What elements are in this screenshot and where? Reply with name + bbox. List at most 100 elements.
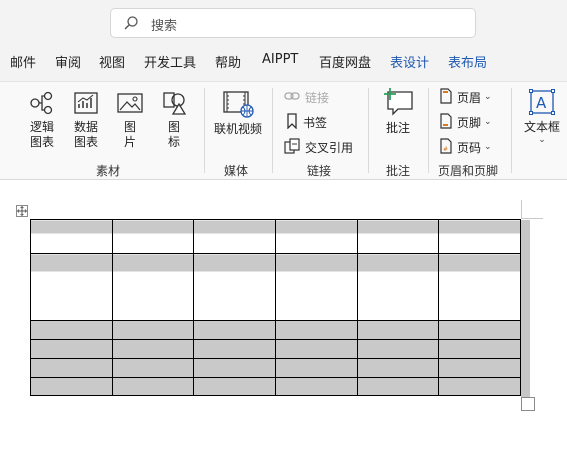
table-cell[interactable]	[30, 339, 113, 359]
table-cell[interactable]	[438, 339, 521, 359]
chevron-down-icon: ⌄	[484, 142, 492, 152]
table-cell[interactable]	[274, 253, 358, 321]
search-placeholder: 搜索	[151, 19, 178, 34]
online-video-button[interactable]: 联机视频	[210, 90, 266, 137]
data-chart-label: 数据 图表	[73, 120, 98, 149]
table-cell[interactable]	[438, 320, 521, 340]
table-cell[interactable]	[274, 377, 358, 396]
tab-view[interactable]: 视图	[99, 52, 125, 71]
text-box-button[interactable]: A 文本框 ⌄	[520, 88, 564, 145]
tab-baidu-netdisk[interactable]: 百度网盘	[319, 52, 371, 71]
table-cell[interactable]	[193, 358, 276, 378]
table-row	[30, 377, 521, 396]
table-cell[interactable]	[356, 358, 440, 378]
page-number-icon: #	[440, 137, 457, 157]
table-cell[interactable]	[111, 219, 195, 254]
table-cell[interactable]	[438, 253, 521, 321]
footer-label: 页脚	[457, 115, 482, 130]
table-cell[interactable]	[356, 219, 440, 254]
group-separator	[272, 88, 273, 173]
page-number-button[interactable]: # 页码 ⌄	[440, 137, 492, 157]
table-cell[interactable]	[193, 253, 276, 321]
shapes-icon	[161, 92, 187, 120]
table-cell[interactable]	[274, 358, 358, 378]
header-button[interactable]: 页眉 ⌄	[440, 87, 492, 107]
tab-mail[interactable]: 邮件	[10, 52, 36, 71]
table-cell[interactable]	[111, 377, 195, 396]
picture-label: 图 片	[123, 120, 136, 149]
search-icon	[123, 15, 139, 35]
chevron-down-icon: ⌄	[538, 135, 546, 145]
chevron-down-icon: ⌄	[484, 117, 492, 127]
new-comment-icon	[382, 88, 414, 121]
table-cell[interactable]	[193, 339, 276, 359]
ribbon-panel: 逻辑 图表 数据 图表 图 片 图 标 素材 联机视频 媒体 链接 书签 交叉引…	[0, 81, 567, 180]
group-separator	[204, 88, 205, 173]
search-box[interactable]: 搜索	[110, 8, 476, 38]
svg-text:#: #	[443, 146, 448, 153]
link-icon	[284, 90, 305, 105]
bookmark-icon	[286, 112, 303, 132]
page-corner-mark	[521, 218, 543, 219]
tab-table-layout[interactable]: 表布局	[448, 52, 487, 71]
group-label-links: 链接	[307, 164, 332, 178]
cross-reference-label: 交叉引用	[305, 140, 354, 155]
footer-button[interactable]: 页脚 ⌄	[440, 112, 492, 132]
page-number-label: 页码	[457, 140, 482, 155]
table-cell[interactable]	[356, 377, 440, 396]
bookmark-label: 书签	[303, 115, 328, 130]
table-cell[interactable]	[30, 320, 113, 340]
table-cell[interactable]	[274, 339, 358, 359]
tab-review[interactable]: 审阅	[55, 52, 81, 71]
table-cell[interactable]	[438, 358, 521, 378]
table-row	[30, 253, 521, 321]
picture-icon	[117, 93, 143, 120]
table-row	[30, 219, 521, 254]
table-cell[interactable]	[438, 219, 521, 254]
table-cell[interactable]	[111, 320, 195, 340]
link-button[interactable]: 链接	[284, 87, 329, 107]
table-cell[interactable]	[193, 377, 276, 396]
icon-button[interactable]: 图 标	[158, 90, 190, 150]
end-of-row-marker	[521, 220, 530, 397]
text-box-icon: A	[528, 89, 556, 120]
table-cell[interactable]	[193, 320, 276, 340]
table-cell[interactable]	[356, 253, 440, 321]
document-table[interactable]	[30, 219, 521, 396]
logic-chart-label: 逻辑 图表	[29, 120, 54, 149]
table-cell[interactable]	[111, 253, 195, 321]
comment-button[interactable]: 批注	[378, 87, 418, 136]
page-corner-mark	[521, 200, 522, 218]
group-separator	[511, 88, 512, 173]
table-move-handle-icon[interactable]	[16, 205, 28, 217]
table-cell[interactable]	[30, 253, 113, 321]
table-cell[interactable]	[356, 339, 440, 359]
footer-icon	[440, 112, 457, 132]
bookmark-button[interactable]: 书签	[286, 112, 327, 132]
tab-table-design[interactable]: 表设计	[390, 52, 429, 71]
table-cell[interactable]	[30, 358, 113, 378]
tab-developer[interactable]: 开发工具	[144, 52, 196, 71]
data-chart-button[interactable]: 数据 图表	[70, 90, 102, 150]
tab-help[interactable]: 帮助	[215, 52, 241, 71]
table-cell[interactable]	[356, 320, 440, 340]
group-separator	[428, 88, 429, 173]
table-cell[interactable]	[193, 219, 276, 254]
table-resize-handle-icon[interactable]	[521, 397, 535, 411]
icon-label: 图 标	[167, 120, 180, 149]
table-cell[interactable]	[111, 358, 195, 378]
header-label: 页眉	[457, 90, 482, 105]
comment-label: 批注	[385, 121, 410, 135]
table-cell[interactable]	[30, 219, 113, 254]
cross-reference-button[interactable]: 交叉引用	[284, 137, 353, 157]
logic-chart-icon	[29, 91, 55, 120]
group-label-materials: 素材	[96, 164, 121, 178]
tab-aippt[interactable]: AIPPT	[262, 52, 298, 67]
picture-button[interactable]: 图 片	[114, 90, 146, 150]
table-cell[interactable]	[438, 377, 521, 396]
logic-chart-button[interactable]: 逻辑 图表	[26, 90, 58, 150]
table-cell[interactable]	[274, 219, 358, 254]
table-cell[interactable]	[274, 320, 358, 340]
table-cell[interactable]	[30, 377, 113, 396]
table-cell[interactable]	[111, 339, 195, 359]
